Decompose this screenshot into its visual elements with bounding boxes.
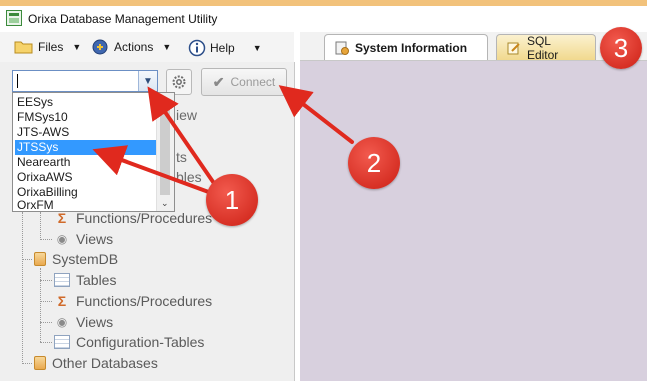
annotation-arrow <box>147 86 222 194</box>
annotation-badge-3: 3 <box>600 27 642 69</box>
annotation-arrows <box>92 85 354 196</box>
annotation-badge-1: 1 <box>206 174 258 226</box>
annotation-badge-2: 2 <box>348 137 400 189</box>
annotation-arrow <box>278 85 354 144</box>
